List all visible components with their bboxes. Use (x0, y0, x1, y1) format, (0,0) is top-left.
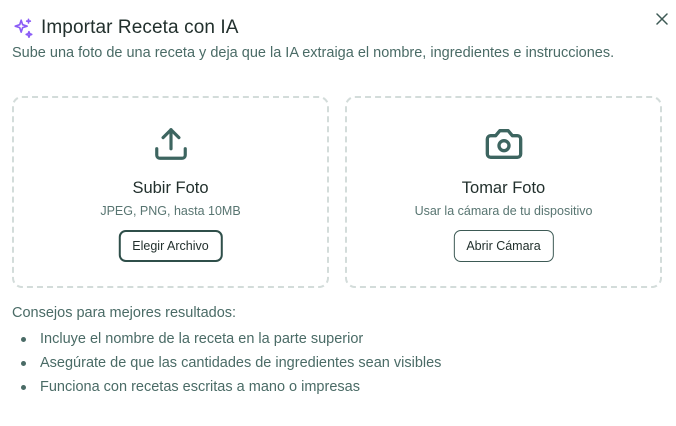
dialog-title: Importar Receta con IA (41, 17, 239, 38)
camera-card-title: Tomar Foto (461, 179, 546, 197)
upload-photo-card[interactable]: Subir Foto JPEG, PNG, hasta 10MB Elegir … (12, 96, 329, 288)
tips-heading: Consejos para mejores resultados: (12, 305, 237, 321)
camera-card-description: Usar la cámara de tu dispositivo (414, 204, 593, 218)
close-icon (655, 12, 668, 25)
camera-icon (484, 124, 524, 164)
dialog-subtitle: Sube una foto de una receta y deja que l… (12, 45, 615, 61)
dialog-header: Importar Receta con IA (12, 15, 239, 41)
take-photo-card[interactable]: Tomar Foto Usar la cámara de tu disposit… (345, 96, 662, 288)
tip-item: Funciona con recetas escritas a mano o i… (12, 375, 441, 399)
upload-icon (151, 124, 191, 164)
open-camera-button[interactable]: Abrir Cámara (453, 230, 554, 262)
tip-item: Asegúrate de que las cantidades de ingre… (12, 351, 441, 375)
tips-list: Incluye el nombre de la receta en la par… (12, 327, 441, 399)
choose-file-button[interactable]: Elegir Archivo (118, 230, 223, 262)
close-button[interactable] (653, 10, 670, 27)
import-recipe-dialog: Importar Receta con IA Sube una foto de … (0, 0, 676, 426)
tip-item: Incluye el nombre de la receta en la par… (12, 327, 441, 351)
upload-card-description: JPEG, PNG, hasta 10MB (100, 204, 241, 218)
tips-section: Consejos para mejores resultados: Incluy… (12, 305, 441, 399)
upload-card-title: Subir Foto (132, 179, 209, 197)
sparkles-icon (12, 17, 34, 39)
